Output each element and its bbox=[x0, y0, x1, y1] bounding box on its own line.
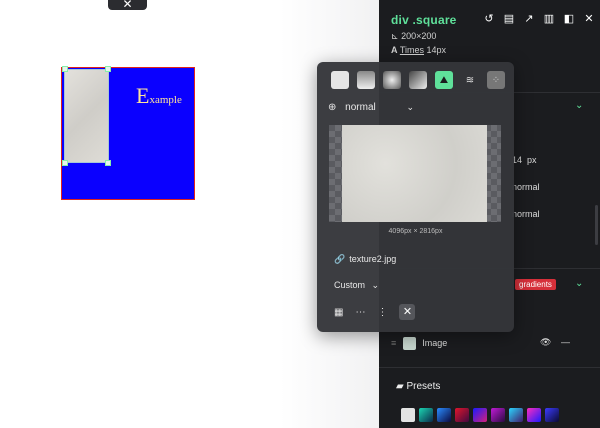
image-tab[interactable]: ⛰ bbox=[435, 71, 453, 89]
texture-preview bbox=[342, 125, 487, 222]
presets-heading: ▰ Presets bbox=[396, 381, 440, 392]
chevron-down-icon[interactable]: ⌄ bbox=[407, 102, 415, 112]
size-row: ⊾ 200×200 bbox=[391, 31, 436, 42]
image-dimensions: 4096px × 2816px bbox=[388, 228, 443, 235]
presets-title-text: Presets bbox=[406, 381, 441, 392]
preset-swatch[interactable] bbox=[509, 408, 523, 422]
image-tools: ▦ ⋯ ⋮ ✕ bbox=[334, 304, 416, 320]
background-popup: ⛰ ≋ ⁘ ⊕ normal ⌄ 4096px × 2816px 🔗 textur… bbox=[317, 62, 514, 332]
panel-scrollbar[interactable] bbox=[595, 205, 598, 245]
resize-handle[interactable] bbox=[105, 66, 111, 72]
grid-icon[interactable]: ▦ bbox=[334, 307, 343, 318]
selector-name: div .square bbox=[391, 13, 457, 27]
presets-list bbox=[401, 408, 559, 422]
preset-swatch[interactable] bbox=[473, 408, 487, 422]
radial-gradient-tab[interactable] bbox=[383, 71, 401, 89]
gradients-badge: gradients bbox=[515, 279, 556, 290]
unit-px: px bbox=[527, 155, 537, 165]
font-size-value: 14px bbox=[426, 45, 447, 55]
open-external-icon[interactable]: ↗ bbox=[523, 13, 535, 25]
prop-value-normal: normal bbox=[512, 209, 540, 219]
panel-toolbar: ↺ ▤ ↗ ▥ ◧ ✕ bbox=[483, 13, 595, 25]
noise-icon: ⁘ bbox=[491, 74, 501, 86]
chevron-down-icon[interactable]: ⌄ bbox=[372, 280, 380, 290]
sidebar-icon[interactable]: ◧ bbox=[563, 13, 575, 25]
chevron-down-icon[interactable]: ⌄ bbox=[575, 278, 583, 289]
minus-icon[interactable]: — bbox=[561, 337, 570, 347]
copy-icon[interactable]: ▤ bbox=[503, 13, 515, 25]
size-mode-value: Custom bbox=[334, 280, 366, 290]
preset-swatch[interactable] bbox=[527, 408, 541, 422]
preset-swatch[interactable] bbox=[455, 408, 469, 422]
solid-color-tab[interactable] bbox=[331, 71, 349, 89]
blend-icon: ⊕ bbox=[328, 102, 337, 113]
file-row[interactable]: 🔗 texture2.jpg bbox=[334, 254, 396, 265]
prop-value-14: 14 px bbox=[512, 155, 537, 165]
blend-mode-select[interactable]: ⊕ normal ⌄ bbox=[328, 102, 414, 113]
book-icon: ▰ bbox=[396, 381, 404, 392]
size-value: 200×200 bbox=[401, 31, 437, 41]
file-name[interactable]: texture2.jpg bbox=[349, 254, 396, 264]
undo-icon[interactable]: ↺ bbox=[483, 13, 495, 25]
section-divider bbox=[379, 367, 600, 368]
eye-icon[interactable]: 👁 bbox=[540, 337, 551, 348]
chevron-down-icon[interactable]: ⌄ bbox=[575, 100, 583, 111]
top-close-tab[interactable]: ✕ bbox=[108, 0, 147, 10]
example-rest-text: xample bbox=[149, 94, 182, 106]
image-icon: ⛰ bbox=[439, 74, 449, 86]
resize-handle[interactable] bbox=[62, 160, 68, 166]
preset-swatch[interactable] bbox=[491, 408, 505, 422]
layer-label: Image bbox=[422, 337, 448, 348]
image-preview[interactable] bbox=[329, 125, 501, 222]
example-first-letter: E bbox=[136, 83, 150, 108]
more-vertical-icon[interactable]: ⋮ bbox=[377, 307, 387, 318]
example-text: Example bbox=[136, 83, 182, 109]
resize-handle[interactable] bbox=[105, 160, 111, 166]
preset-swatch[interactable] bbox=[401, 408, 415, 422]
prop-value-normal: normal bbox=[512, 182, 540, 192]
layer-swatch bbox=[402, 337, 416, 350]
font-family-value[interactable]: Times bbox=[400, 45, 424, 55]
preset-swatch[interactable] bbox=[437, 408, 451, 422]
linear-gradient-tab[interactable] bbox=[357, 71, 375, 89]
square-element[interactable]: Example bbox=[61, 66, 195, 200]
link-icon: 🔗 bbox=[334, 254, 346, 264]
close-button[interactable]: ✕ bbox=[399, 304, 416, 320]
pattern-tab[interactable]: ≋ bbox=[461, 71, 479, 89]
close-icon[interactable]: ✕ bbox=[583, 13, 595, 25]
noise-tab[interactable]: ⁘ bbox=[487, 71, 505, 89]
font-icon: A bbox=[391, 45, 398, 55]
drag-handle-icon[interactable]: ≡ bbox=[391, 338, 396, 348]
canvas: ✕ Example div .square ↺ ▤ ↗ ▥ ◧ ✕ ⊾ 200×… bbox=[0, 0, 600, 428]
blend-mode-value: normal bbox=[345, 102, 376, 113]
preset-swatch[interactable] bbox=[419, 408, 433, 422]
preset-swatch[interactable] bbox=[545, 408, 559, 422]
image-element[interactable] bbox=[64, 69, 109, 163]
background-type-tabs: ⛰ ≋ ⁘ bbox=[331, 71, 505, 89]
size-mode-select[interactable]: Custom ⌄ bbox=[334, 280, 379, 291]
close-icon[interactable]: ✕ bbox=[122, 0, 132, 11]
trash-icon[interactable]: ▥ bbox=[543, 13, 555, 25]
font-row: A Times 14px bbox=[391, 45, 446, 55]
resize-handle[interactable] bbox=[62, 66, 68, 72]
layer-row[interactable]: ≡ Image 👁 — bbox=[391, 337, 591, 355]
more-horizontal-icon[interactable]: ⋯ bbox=[355, 307, 365, 318]
conic-gradient-tab[interactable] bbox=[409, 71, 427, 89]
zigzag-icon: ≋ bbox=[465, 74, 475, 86]
ruler-icon: ⊾ bbox=[391, 31, 399, 41]
